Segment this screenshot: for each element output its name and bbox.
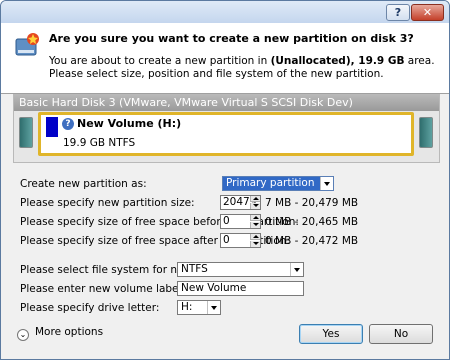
dialog-description: You are about to create a new partition … [49,55,441,81]
partition-type-value: Primary partition [226,177,315,189]
description-area-bold: (Unallocated), 19.9 GB [270,55,405,67]
space-before-range: 0 MB - 20,465 MB [265,216,359,228]
space-before-stepper[interactable]: 0 [220,214,261,229]
partition-size-range: 7 MB - 20,479 MB [265,197,359,209]
disk-map-panel: Basic Hard Disk 3 (VMware, VMware Virtua… [13,94,440,163]
more-options-label: More options [35,326,104,338]
spin-down-icon[interactable] [250,222,260,228]
spin-down-icon[interactable] [250,203,260,209]
chevron-down-icon[interactable] [290,263,303,276]
yes-button[interactable]: Yes [299,324,363,344]
title-bar[interactable]: ? ✕ [1,1,449,23]
resize-handle-right[interactable] [419,117,433,148]
file-system-select[interactable]: NTFS [177,262,304,277]
chevron-down-icon[interactable] [207,301,220,314]
dialog-title: Are you sure you want to create a new pa… [49,32,414,45]
partition-block[interactable]: ? New Volume (H:) 19.9 GB NTFS [38,112,414,156]
space-after-range: 0 MB - 20,472 MB [265,235,359,247]
file-system-value: NTFS [181,263,208,275]
drive-letter-value: H: [181,301,193,313]
drive-letter-label: Please specify drive letter: [20,302,160,314]
new-partition-wizard-icon [15,33,39,56]
dialog-header: Are you sure you want to create a new pa… [1,23,449,93]
partition-type-select[interactable]: Primary partition [222,176,334,191]
partition-size: 19.9 GB NTFS [63,137,136,149]
spin-up-icon[interactable] [250,234,260,240]
help-button[interactable]: ? [386,4,410,21]
partition-type-label: Create new partition as: [20,178,147,190]
chevron-down-icon[interactable] [320,177,333,190]
partition-color-bar [46,117,58,137]
volume-label-input[interactable]: New Volume [177,281,304,296]
volume-label-label: Please enter new volume label: [20,283,185,295]
partition-size-stepper[interactable]: 20479 [220,195,261,210]
resize-handle-left[interactable] [19,117,33,148]
spin-up-icon[interactable] [250,215,260,221]
close-button[interactable]: ✕ [411,4,444,21]
expand-chevron-icon[interactable]: ⌄ [17,329,29,341]
partition-name: New Volume (H:) [77,117,182,130]
space-after-stepper[interactable]: 0 [220,233,261,248]
space-before-value: 0 [223,215,230,227]
spin-down-icon[interactable] [250,241,260,247]
question-icon: ? [62,118,74,130]
partition-size-label: Please specify new partition size: [20,197,195,209]
spin-up-icon[interactable] [250,196,260,202]
create-partition-dialog: ? ✕ Are you sure you want to create a ne… [0,0,450,360]
drive-letter-select[interactable]: H: [177,300,221,315]
no-button[interactable]: No [369,324,433,344]
description-text: You are about to create a new partition … [49,55,271,67]
space-after-value: 0 [223,234,230,246]
disk-label: Basic Hard Disk 3 (VMware, VMware Virtua… [14,95,439,111]
more-options-toggle[interactable]: ⌄ More options [17,326,103,341]
